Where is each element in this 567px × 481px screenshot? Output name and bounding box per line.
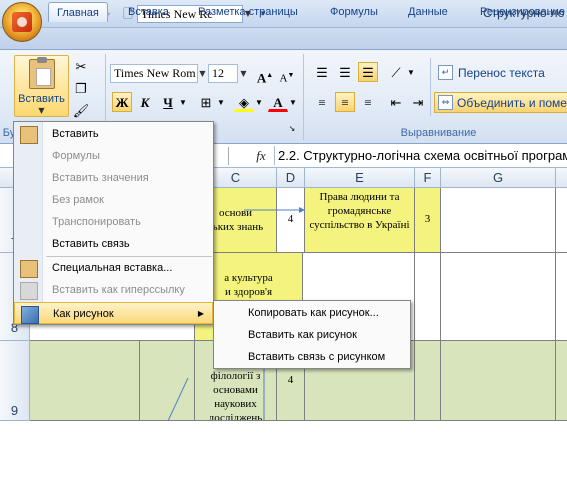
alignment-group-label: Выравнивание: [400, 127, 477, 139]
bold-button[interactable]: Ж: [112, 92, 132, 112]
menu-item-paste-special[interactable]: Специальная вставка...: [14, 257, 213, 279]
menu-item-label: Транспонировать: [52, 216, 141, 228]
picture-icon: [21, 306, 39, 324]
borders-icon[interactable]: ⊞: [196, 92, 216, 112]
wrap-text-button[interactable]: ↵ Перенос текста: [436, 63, 566, 83]
format-painter-icon[interactable]: 🖌: [71, 100, 91, 120]
borders-dropdown-icon[interactable]: ▼: [216, 92, 226, 112]
arrowhead-icon: [299, 207, 305, 213]
underline-dropdown-icon[interactable]: ▼: [178, 92, 188, 112]
submenu-item-copy-as-picture[interactable]: Копировать как рисунок...: [214, 302, 410, 324]
menu-item-paste[interactable]: Вставить: [14, 123, 213, 145]
formula-content[interactable]: 2.2. Структурно-логічна схема освітньої …: [278, 146, 567, 165]
ribbon-tab-bar: [0, 28, 567, 50]
tab-home[interactable]: Главная: [48, 2, 108, 22]
menu-item-label: Вставить: [52, 128, 99, 140]
menu-item-paste-hyperlink[interactable]: Вставить как гиперссылку: [14, 279, 213, 301]
copy-icon[interactable]: ❐: [71, 78, 91, 98]
office-logo-icon: [12, 12, 32, 32]
font-dialog-launcher-icon[interactable]: ↘: [286, 122, 298, 134]
clipboard-icon: [29, 57, 55, 89]
submenu-item-paste-as-picture[interactable]: Вставить как рисунок: [214, 324, 410, 346]
tab-review[interactable]: Рецензирование: [472, 2, 567, 22]
wrap-text-icon: ↵: [438, 65, 453, 80]
font-color-dropdown-icon[interactable]: ▼: [288, 92, 298, 112]
paste-button[interactable]: Вставить ▼: [14, 55, 69, 117]
menu-item-label: Вставить как гиперссылку: [52, 284, 185, 296]
align-left-icon[interactable]: ≡: [312, 92, 332, 112]
orientation-icon[interactable]: ⟋: [386, 62, 406, 82]
paste-icon: [20, 126, 38, 144]
orientation-dropdown-icon[interactable]: ▼: [406, 62, 416, 82]
tab-formulas[interactable]: Формулы: [322, 2, 386, 22]
font-name-dropdown-icon[interactable]: ▼: [197, 64, 208, 83]
menu-item-formulas[interactable]: Формулы: [14, 145, 213, 167]
grow-font-icon[interactable]: A▲: [255, 64, 275, 85]
menu-item-label: Как рисунок: [53, 308, 114, 320]
formula-separator: [228, 147, 229, 165]
menu-item-label: Вставить связь: [52, 238, 130, 250]
insert-function-icon[interactable]: fx: [251, 146, 271, 165]
paste-dropdown-icon: ▼: [38, 106, 45, 115]
cut-icon[interactable]: ✂: [71, 56, 91, 76]
fill-color-icon[interactable]: ◈: [234, 92, 254, 112]
decrease-indent-icon[interactable]: ⇤: [386, 92, 406, 112]
font-size-dropdown-icon[interactable]: ▼: [238, 64, 249, 83]
as-picture-submenu: Копировать как рисунок... Вставить как р…: [213, 300, 411, 369]
ribbon-separator: [303, 54, 304, 140]
paste-label: Вставить: [18, 93, 65, 105]
merge-center-button[interactable]: ⇔ Объединить и поме: [434, 92, 567, 113]
align-right-icon[interactable]: ≡: [358, 92, 378, 112]
shrink-font-icon[interactable]: A▼: [277, 64, 297, 85]
align-center-icon[interactable]: ≡: [335, 92, 355, 112]
align-top-icon[interactable]: ☰: [312, 62, 332, 82]
merge-center-icon: ⇔: [438, 95, 453, 110]
font-name-combo[interactable]: Times New Rom: [110, 64, 198, 83]
tab-insert[interactable]: Вставка: [120, 2, 177, 22]
font-color-icon[interactable]: A: [268, 92, 288, 112]
menu-item-as-picture[interactable]: Как рисунок ▶: [14, 302, 213, 324]
tab-data[interactable]: Данные: [400, 2, 456, 22]
wrap-text-label: Перенос текста: [458, 66, 545, 80]
align-bottom-icon[interactable]: ☰: [358, 62, 378, 82]
underline-button[interactable]: Ч: [158, 92, 178, 112]
connector-line: [167, 377, 189, 421]
menu-item-label: Без рамок: [52, 194, 104, 206]
fill-color-dropdown-icon[interactable]: ▼: [254, 92, 264, 112]
menu-item-label: Специальная вставка...: [52, 262, 173, 274]
merge-center-label: Объединить и поме: [457, 96, 567, 110]
align-middle-icon[interactable]: ☰: [335, 62, 355, 82]
menu-item-label: Формулы: [52, 150, 100, 162]
office-button[interactable]: [2, 2, 42, 42]
menu-item-paste-link[interactable]: Вставить связь: [14, 233, 213, 255]
ribbon-separator: [430, 58, 431, 116]
tab-page-layout[interactable]: Разметка страницы: [190, 2, 306, 22]
hyperlink-icon: [20, 282, 38, 300]
paste-special-icon: [20, 260, 38, 278]
menu-item-label: Вставить значения: [52, 172, 149, 184]
paste-dropdown-menu: Вставить Формулы Вставить значения Без р…: [13, 121, 214, 325]
menu-item-no-borders[interactable]: Без рамок: [14, 189, 213, 211]
font-size-combo[interactable]: 12: [208, 64, 238, 83]
submenu-item-paste-picture-link[interactable]: Вставить связь с рисунком: [214, 346, 410, 368]
menu-item-transpose[interactable]: Транспонировать: [14, 211, 213, 233]
increase-indent-icon[interactable]: ⇥: [408, 92, 428, 112]
submenu-arrow-icon: ▶: [197, 309, 204, 318]
menu-item-paste-values[interactable]: Вставить значения: [14, 167, 213, 189]
italic-button[interactable]: К: [135, 92, 155, 112]
